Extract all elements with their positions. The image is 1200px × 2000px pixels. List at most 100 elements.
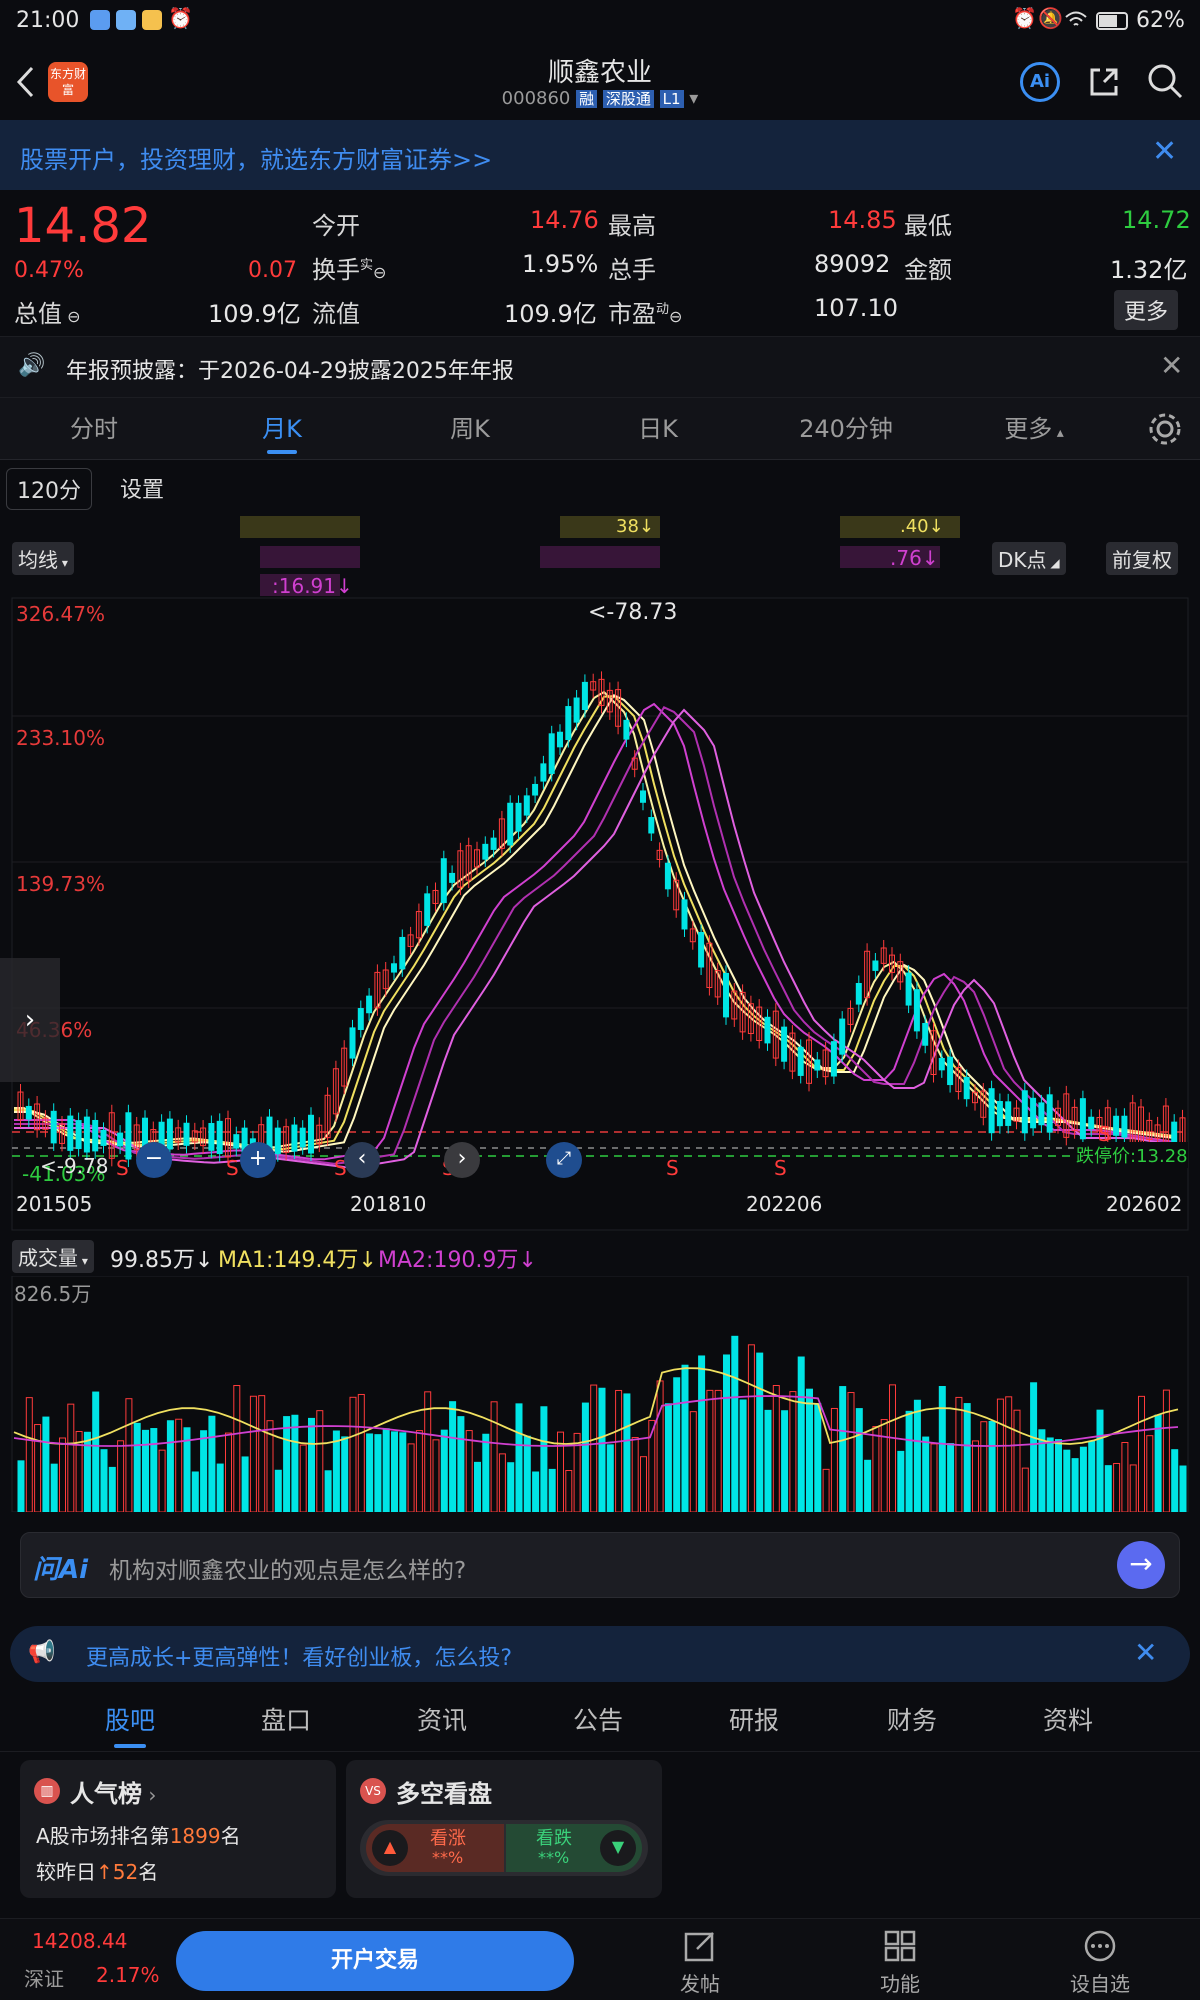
index-value[interactable]: 14208.44 [32, 1929, 127, 1953]
adjust-selector[interactable]: 前复权 [1106, 542, 1178, 575]
watchlist-button[interactable]: 设自选 [1040, 1919, 1160, 2000]
bear-button[interactable]: 看跌 **% ▼ [506, 1824, 642, 1872]
volume-bar [382, 1428, 390, 1512]
bull-button[interactable]: ▲ 看涨 **% [366, 1824, 504, 1872]
trade-button[interactable]: 开户交易 [176, 1931, 574, 1991]
volume-bar [598, 1387, 606, 1512]
close-icon[interactable]: ✕ [1134, 1636, 1157, 1669]
ma-selector[interactable]: 均线 ▾ [12, 542, 74, 575]
volume-bar [532, 1471, 540, 1512]
zoom-out-button[interactable]: − [136, 1142, 172, 1178]
max-price-label: <-78.73 [588, 600, 678, 625]
mcap-label: 总值 ⊖ [14, 300, 81, 328]
kline-chart[interactable] [0, 596, 1200, 1236]
share-icon[interactable] [1086, 64, 1122, 100]
volume-bar [17, 1460, 25, 1512]
candle-body [507, 802, 514, 846]
tab-finance[interactable]: 财务 [852, 1692, 972, 1752]
promo-text-2[interactable]: 更高成长+更高弹性！看好创业板，怎么投? [86, 1640, 512, 1672]
candle-body [349, 1027, 356, 1059]
candle-body [938, 1057, 945, 1071]
margin-tag: 融 [576, 90, 598, 108]
bull-bear-card[interactable]: VS 多空看盘 ▲ 看涨 **% 看跌 **% ▼ [346, 1760, 662, 1898]
volume-bar [142, 1429, 149, 1512]
ma-value-mid: .76↓ [890, 546, 939, 570]
tab-research[interactable]: 研报 [694, 1692, 814, 1752]
tab-more[interactable]: 更多 ▴ [974, 398, 1094, 460]
candle-body [208, 1123, 215, 1151]
candle-body [1030, 1097, 1037, 1129]
post-button[interactable]: 发帖 [640, 1919, 760, 2000]
expand-panel-button[interactable]: › [0, 958, 60, 1082]
candle-body [125, 1112, 132, 1160]
promo-banner[interactable]: 股票开户，投资理财，就选东方财富证券>> ✕ [0, 120, 1200, 190]
volume-value: 89092 [814, 250, 891, 278]
candle-body [357, 1008, 364, 1030]
chart-settings-button[interactable]: 设置 [120, 472, 164, 504]
index-name[interactable]: 深证 [24, 1963, 64, 1992]
open-value: 14.76 [530, 206, 599, 234]
candle-body [391, 963, 397, 973]
dk-point-toggle[interactable]: DK点 ◢ [992, 542, 1066, 575]
more-button[interactable]: 更多 [1114, 290, 1179, 330]
tab-forum[interactable]: 股吧 [70, 1692, 190, 1752]
period-selector[interactable]: 120分 [6, 468, 92, 510]
candle-body [872, 960, 879, 971]
tab-240min[interactable]: 240分钟 [786, 398, 906, 460]
ai-icon[interactable]: Ai [1020, 62, 1060, 102]
alarm-status-icon: ⏰ [1012, 6, 1037, 30]
volume-chart[interactable] [0, 1276, 1200, 1512]
fullscreen-button[interactable]: ⤢ [546, 1142, 582, 1178]
scroll-left-button[interactable]: ‹ [344, 1142, 380, 1178]
tab-monthly[interactable]: 月K [222, 398, 342, 460]
close-icon[interactable]: ✕ [1152, 134, 1177, 169]
popularity-card[interactable]: ▥ 人气榜 › A股市场排名第1899名 较昨日↑52名 [20, 1760, 336, 1898]
volume-bar [764, 1409, 772, 1512]
gear-icon[interactable] [1148, 412, 1182, 446]
volume-bar [374, 1434, 382, 1512]
candle-body [988, 1088, 995, 1134]
candle-body [557, 731, 563, 748]
volume-bar [540, 1406, 548, 1512]
quote-panel: 14.82 0.47% 0.07 总值 ⊖ 109.9亿 今开 14.76 换手… [0, 190, 1200, 336]
tab-timeshare[interactable]: 分时 [34, 398, 154, 460]
edit-icon [684, 1932, 714, 1962]
volume-bar [839, 1386, 847, 1512]
tab-daily[interactable]: 日K [598, 398, 718, 460]
low-value: 14.72 [1122, 206, 1191, 234]
tab-news[interactable]: 资讯 [382, 1692, 502, 1752]
ai-question-box[interactable]: 问Ai 机构对顺鑫农业的观点是怎么样的? → [20, 1532, 1180, 1598]
volume-indicator-selector[interactable]: 成交量 ▾ [12, 1240, 94, 1273]
tab-profile[interactable]: 资料 [1008, 1692, 1128, 1752]
volume-bar [100, 1449, 108, 1512]
candle-body [963, 1076, 970, 1100]
promo-text[interactable]: 股票开户，投资理财，就选东方财富证券>> [20, 140, 492, 175]
tab-announcements[interactable]: 公告 [538, 1692, 658, 1752]
tab-orderbook[interactable]: 盘口 [226, 1692, 346, 1752]
x-tick-label: 201505 [16, 1192, 93, 1216]
notice-text[interactable]: 年报预披露：于2026-04-29披露2025年年报 [66, 353, 514, 385]
volume-ma2: MA2:190.9万↓ [378, 1248, 537, 1273]
function-button[interactable]: 功能 [840, 1919, 960, 2000]
chevron-down-icon[interactable]: ▾ [689, 88, 698, 109]
arrow-right-icon[interactable]: → [1117, 1541, 1165, 1589]
volume-bar [855, 1408, 863, 1512]
candle-body [839, 1018, 846, 1055]
sell-signal: S [226, 1156, 239, 1180]
search-icon[interactable] [1146, 62, 1184, 100]
limit-down-label: 跌停价:13.28 [1076, 1142, 1188, 1168]
scroll-right-button[interactable]: › [444, 1142, 480, 1178]
volume-bar [1171, 1449, 1179, 1512]
volume-bar [681, 1364, 689, 1512]
close-icon[interactable]: ✕ [1160, 349, 1183, 382]
zoom-in-button[interactable]: + [240, 1142, 276, 1178]
status-bar: 21:00 ⏰ ⏰ 🔕 62% [0, 0, 1200, 44]
candle-body [1121, 1115, 1128, 1138]
notice-bar[interactable]: 🔊 年报预披露：于2026-04-29披露2025年年报 ✕ [0, 336, 1200, 398]
ai-question-text[interactable]: 机构对顺鑫农业的观点是怎么样的? [109, 1551, 466, 1585]
volume-bar [50, 1463, 58, 1512]
volume-bar [208, 1415, 216, 1512]
index-change[interactable]: 2.17% [96, 1963, 160, 1987]
tab-weekly[interactable]: 周K [410, 398, 530, 460]
promo-banner-2[interactable]: 📢 更高成长+更高弹性！看好创业板，怎么投? ✕ [10, 1626, 1190, 1682]
